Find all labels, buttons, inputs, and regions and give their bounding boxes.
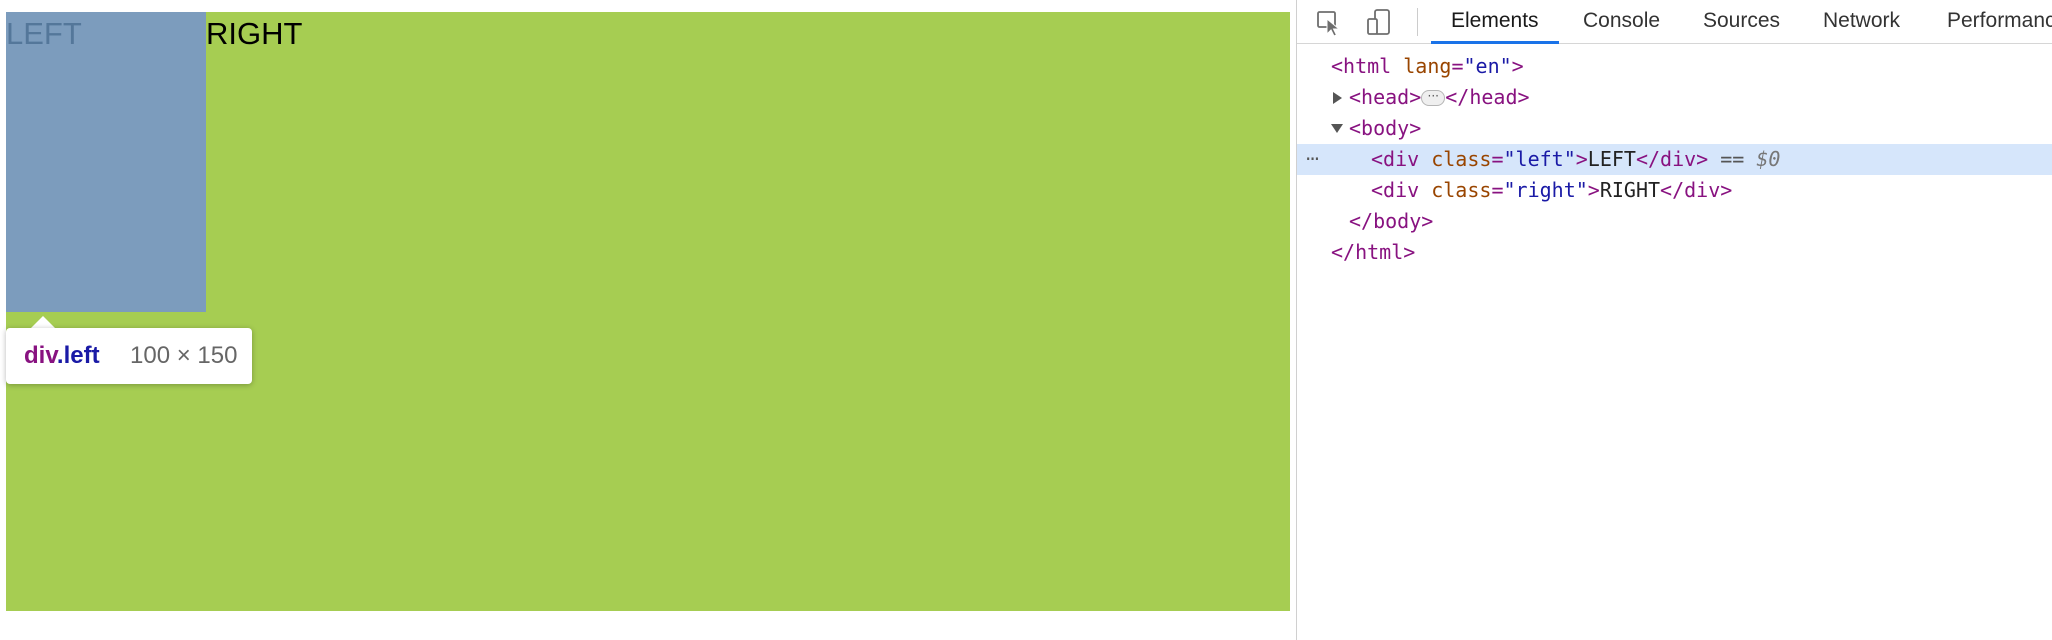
div-right-open-tag: <div	[1371, 178, 1420, 202]
tooltip-selector: div.left	[24, 342, 100, 370]
dom-node-body-close[interactable]: </body>	[1297, 206, 2052, 237]
div-left-close-angle: >	[1575, 147, 1588, 171]
html-open-tag: <html	[1331, 54, 1392, 78]
tooltip-arrow	[31, 316, 55, 328]
device-toolbar-icon[interactable]	[1363, 6, 1395, 38]
dom-node-div-right[interactable]: <div class="right">RIGHT</div>	[1297, 175, 2052, 206]
more-options-icon[interactable]: ···	[1305, 144, 1320, 175]
div-left-open-tag: <div	[1371, 147, 1420, 171]
dom-tree: <html lang="en"> <head> ··· </head> <body>…	[1297, 44, 2052, 640]
expand-triangle-icon[interactable]	[1333, 92, 1342, 104]
div-left-attr-value: "left"	[1503, 147, 1576, 171]
div-right-text: RIGHT	[1599, 178, 1661, 202]
devtools-toolbar: Elements Console Sources Network Perform…	[1297, 0, 2052, 44]
inspect-tooltip: div.left 100 × 150	[6, 328, 252, 384]
selected-marker: ==	[1720, 147, 1757, 171]
html-attr-eq: =	[1451, 54, 1464, 78]
dom-node-html[interactable]: <html lang="en">	[1297, 51, 2052, 82]
selected-var: $0	[1756, 147, 1781, 171]
html-attr-value: "en"	[1463, 54, 1512, 78]
tooltip-class-name: .left	[56, 342, 100, 369]
dom-node-head[interactable]: <head> ··· </head>	[1297, 82, 2052, 113]
devtools-panel: Elements Console Sources Network Perform…	[1296, 0, 2052, 640]
head-open-tag: <head>	[1349, 85, 1422, 109]
inspect-element-icon[interactable]	[1313, 6, 1345, 38]
toolbar-separator	[1417, 8, 1418, 36]
left-div-text: LEFT	[6, 16, 82, 51]
tab-console[interactable]: Console	[1583, 0, 1660, 44]
div-left-close-tag: </div>	[1635, 147, 1709, 171]
div-left-text: LEFT	[1587, 147, 1636, 171]
div-right-attr-value: "right"	[1503, 178, 1588, 202]
right-div-text: RIGHT	[206, 16, 303, 51]
dom-node-html-close[interactable]: </html>	[1297, 237, 2052, 268]
tab-network[interactable]: Network	[1823, 0, 1900, 44]
tab-sources[interactable]: Sources	[1703, 0, 1780, 44]
div-left-attr-name: class	[1431, 147, 1492, 171]
tooltip-dimensions: 100 × 150	[130, 342, 238, 369]
dom-node-div-left[interactable]: ··· <div class="left">LEFT</div> == $0	[1297, 144, 2052, 175]
page-viewport: LEFT RIGHT div.left 100 × 150	[0, 0, 1296, 640]
collapse-triangle-icon[interactable]	[1331, 124, 1343, 133]
collapsed-ellipsis-icon[interactable]: ···	[1421, 89, 1446, 106]
left-div[interactable]	[6, 12, 206, 312]
tooltip-tag-name: div	[24, 342, 57, 369]
div-right-attr-eq: =	[1491, 178, 1504, 202]
div-right-close-angle: >	[1587, 178, 1600, 202]
body-open-tag: <body>	[1349, 116, 1422, 140]
div-right-attr-name: class	[1431, 178, 1492, 202]
tab-elements[interactable]: Elements	[1451, 0, 1539, 44]
head-close-tag: </head>	[1445, 85, 1530, 109]
tab-performance[interactable]: Performance	[1947, 0, 2052, 44]
html-close-angle: >	[1511, 54, 1524, 78]
html-attr-name: lang	[1403, 54, 1452, 78]
dom-node-body[interactable]: <body>	[1297, 113, 2052, 144]
screen: LEFT RIGHT div.left 100 × 150 Elements C…	[0, 0, 2052, 640]
div-left-attr-eq: =	[1491, 147, 1504, 171]
div-right-close-tag: </div>	[1660, 178, 1733, 202]
body-close-tag: </body>	[1349, 209, 1434, 233]
html-close-tag: </html>	[1331, 240, 1416, 264]
